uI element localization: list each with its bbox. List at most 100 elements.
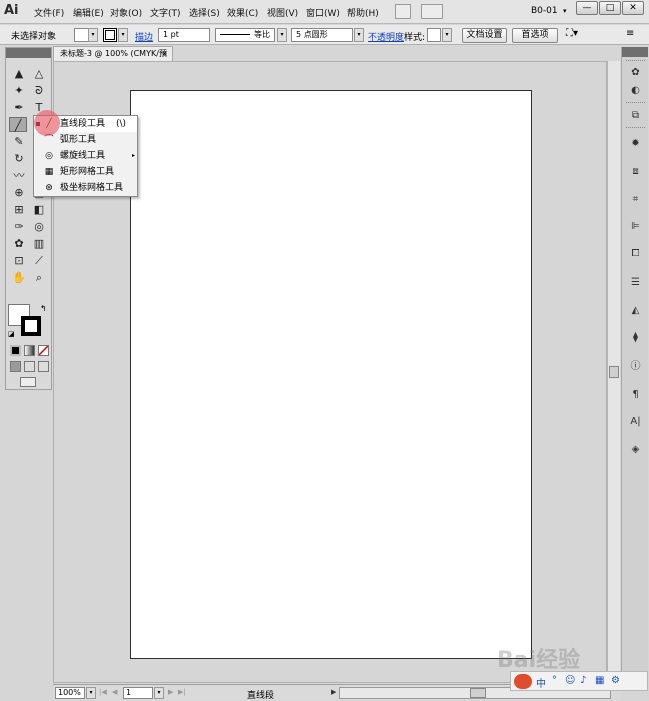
rotate-tool-icon[interactable]: ↻ [10,151,28,166]
line-segment-tool-icon[interactable]: ╱ [9,117,27,132]
status-menu-icon[interactable]: ▶ [331,688,336,696]
opacity-link[interactable]: 不透明度 [368,30,404,43]
stroke-color-box[interactable] [21,316,41,336]
ime-keyboard-icon[interactable]: ▦ [595,675,604,686]
symbols-icon[interactable]: ⧈ [627,164,644,179]
symbol-sprayer-tool-icon[interactable]: ✿ [10,236,28,251]
stroke-icon[interactable]: ☰ [627,275,644,290]
stroke-swatch[interactable] [103,28,117,42]
direct-selection-tool-icon[interactable]: △ [30,66,48,81]
chevron-down-icon[interactable]: ▾ [354,28,364,42]
vertical-scrollbar[interactable] [607,61,620,683]
stroke-link[interactable]: 描边 [135,30,153,43]
artboard-number-field[interactable]: 1 [123,687,153,699]
color-guide-icon[interactable]: ◐ [627,83,644,98]
menu-window[interactable]: 窗口(W) [306,6,340,19]
stroke-weight-input[interactable]: 1 pt [158,28,210,42]
flyout-item-spiral[interactable]: ◎ 螺旋线工具 ▸ [34,148,137,164]
flyout-item-polar-grid[interactable]: ⊛ 极坐标网格工具 [34,180,137,196]
menu-edit[interactable]: 编辑(E) [73,6,104,19]
panel-dock-header[interactable] [622,47,648,57]
ime-chinese-mode[interactable]: 中 [536,675,546,690]
brushes-icon[interactable]: ✹ [627,136,644,151]
color-mode-icon[interactable] [10,345,21,356]
brush-definition[interactable]: 5 点圆形 [291,28,353,42]
slice-tool-icon[interactable]: ⟋ [30,253,48,268]
previous-artboard-icon[interactable]: ◀ [112,688,117,696]
character-icon[interactable]: A| [627,414,644,429]
shape-builder-tool-icon[interactable]: ⊕ [10,185,28,200]
paragraph-icon[interactable]: ¶ [627,387,644,402]
vertical-scroll-thumb[interactable] [609,366,619,378]
next-artboard-icon[interactable]: ▶ [168,688,173,696]
ime-emoji-icon[interactable]: ☺ [565,675,575,686]
menu-view[interactable]: 视图(V) [267,6,298,19]
paintbrush-tool-icon[interactable]: ✎ [10,134,28,149]
menu-help[interactable]: 帮助(H) [347,6,379,19]
first-artboard-icon[interactable]: |◀ [99,688,107,696]
info-icon[interactable]: ⓘ [627,359,644,374]
draw-normal-icon[interactable] [10,361,21,372]
tools-panel-header[interactable] [6,48,51,58]
maximize-button[interactable]: □ [599,1,621,15]
draw-behind-icon[interactable] [24,361,35,372]
column-graph-tool-icon[interactable]: ▥ [30,236,48,251]
chevron-down-icon[interactable]: ▾ [118,28,128,42]
graphic-style-swatch[interactable] [427,28,441,42]
artboard[interactable] [130,90,532,659]
lasso-tool-icon[interactable]: ᘐ [30,83,48,98]
chevron-down-icon[interactable]: ▾ [442,28,452,42]
draw-inside-icon[interactable] [38,361,49,372]
artboard-tool-icon[interactable]: ⊡ [10,253,28,268]
gradient-tool-icon[interactable]: ◧ [30,202,48,217]
none-mode-icon[interactable] [38,345,49,356]
magic-wand-tool-icon[interactable]: ✦ [10,83,28,98]
swap-colors-icon[interactable]: ↰ [40,304,47,313]
blend-tool-icon[interactable]: ◎ [30,219,48,234]
ime-logo-icon[interactable] [514,674,532,689]
arrange-icon[interactable]: ⛶▾ [566,28,578,39]
mesh-tool-icon[interactable]: ⊞ [10,202,28,217]
menu-file[interactable]: 文件(F) [34,6,64,19]
panel-menu-icon[interactable]: ≡ [626,28,634,39]
ime-voice-icon[interactable]: ♪ [580,675,586,686]
close-button[interactable]: ✕ [622,1,644,15]
dock-grip[interactable] [626,102,645,104]
close-icon[interactable]: × [161,47,168,61]
dock-grip[interactable] [626,60,645,62]
variable-width-profile[interactable]: 等比 [215,28,275,42]
selection-tool-icon[interactable]: ▲ [10,66,28,81]
horizontal-scroll-thumb[interactable] [470,688,486,698]
layers-icon[interactable]: ◈ [627,442,644,457]
menu-select[interactable]: 选择(S) [189,6,220,19]
gradient-mode-icon[interactable] [24,345,35,356]
chevron-down-icon[interactable]: ▾ [563,7,567,15]
last-artboard-icon[interactable]: ▶| [178,688,186,696]
bridge-icon[interactable] [395,4,411,19]
align-icon[interactable]: ⊫ [627,219,644,234]
zoom-tool-icon[interactable]: ⌕ [30,270,48,285]
menu-type[interactable]: 文字(T) [150,6,181,19]
transform-icon[interactable]: ⌗ [627,192,644,207]
minimize-button[interactable]: — [576,1,598,15]
hand-tool-icon[interactable]: ✋ [10,270,28,285]
preferences-button[interactable]: 首选项 [512,28,558,43]
arrange-documents-icon[interactable] [421,4,443,19]
eyedropper-tool-icon[interactable]: ✑ [10,219,28,234]
ime-settings-icon[interactable]: ⚙ [611,675,620,686]
warp-tool-icon[interactable]: 〰 [10,168,28,183]
flyout-item-rectangular-grid[interactable]: ▦ 矩形网格工具 [34,164,137,180]
swatches-icon[interactable]: ⧉ [627,108,644,123]
screen-mode-icon[interactable] [20,377,36,387]
gradient-icon[interactable]: ◭ [627,303,644,318]
pathfinder-icon[interactable]: ⧠ [627,246,644,261]
color-palette-icon[interactable]: ✿ [627,65,644,80]
menu-effect[interactable]: 效果(C) [227,6,258,19]
transparency-icon[interactable]: ⧫ [627,330,644,345]
chevron-down-icon[interactable]: ▾ [154,687,164,699]
dock-grip[interactable] [626,127,645,129]
chevron-down-icon[interactable]: ▾ [88,28,98,42]
default-colors-icon[interactable]: ◪ [8,330,15,338]
ime-punctuation-icon[interactable]: ° [552,675,557,686]
chevron-down-icon[interactable]: ▾ [86,687,96,699]
